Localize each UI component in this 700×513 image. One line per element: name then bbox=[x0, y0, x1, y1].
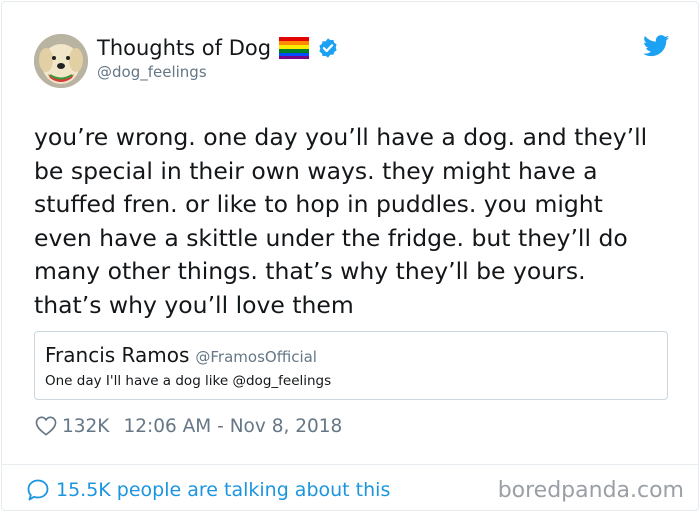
author-display-name-row[interactable]: Thoughts of Dog bbox=[97, 35, 339, 61]
conversation-text[interactable]: 15.5K people are talking about this bbox=[56, 479, 390, 501]
heart-icon[interactable] bbox=[35, 416, 57, 436]
conversation-link[interactable]: 15.5K people are talking about this bbox=[26, 476, 390, 504]
speech-bubble-icon bbox=[27, 479, 49, 501]
quoted-author-handle: @FramosOfficial bbox=[195, 348, 317, 366]
author-handle[interactable]: @dog_feelings bbox=[97, 62, 207, 82]
quoted-tweet[interactable]: Francis Ramos @FramosOfficial One day I'l… bbox=[34, 331, 668, 400]
tweet-timestamp[interactable]: 12:06 AM - Nov 8, 2018 bbox=[123, 416, 342, 437]
tweet-meta: 132K 12:06 AM - Nov 8, 2018 bbox=[35, 412, 342, 440]
tweet-text: you’re wrong. one day you’ll have a dog.… bbox=[34, 123, 648, 319]
verified-badge-icon bbox=[319, 38, 337, 58]
tweet-card: Thoughts of Dog @dog_feelings you’re wro… bbox=[1, 1, 699, 511]
twitter-bird-icon[interactable] bbox=[643, 35, 670, 57]
like-count[interactable]: 132K bbox=[62, 416, 109, 437]
divider bbox=[2, 464, 698, 465]
quoted-tweet-text: One day I'll have a dog like @dog_feelin… bbox=[45, 373, 332, 389]
avatar[interactable] bbox=[34, 34, 88, 88]
boredpanda-watermark: boredpanda.com bbox=[497, 478, 684, 503]
quoted-author-row: Francis Ramos @FramosOfficial bbox=[45, 342, 317, 370]
quoted-author-name: Francis Ramos bbox=[45, 343, 190, 367]
dog-avatar-image bbox=[34, 34, 88, 88]
author-display-name[interactable]: Thoughts of Dog bbox=[97, 35, 271, 61]
rainbow-flag-icon bbox=[279, 37, 310, 59]
